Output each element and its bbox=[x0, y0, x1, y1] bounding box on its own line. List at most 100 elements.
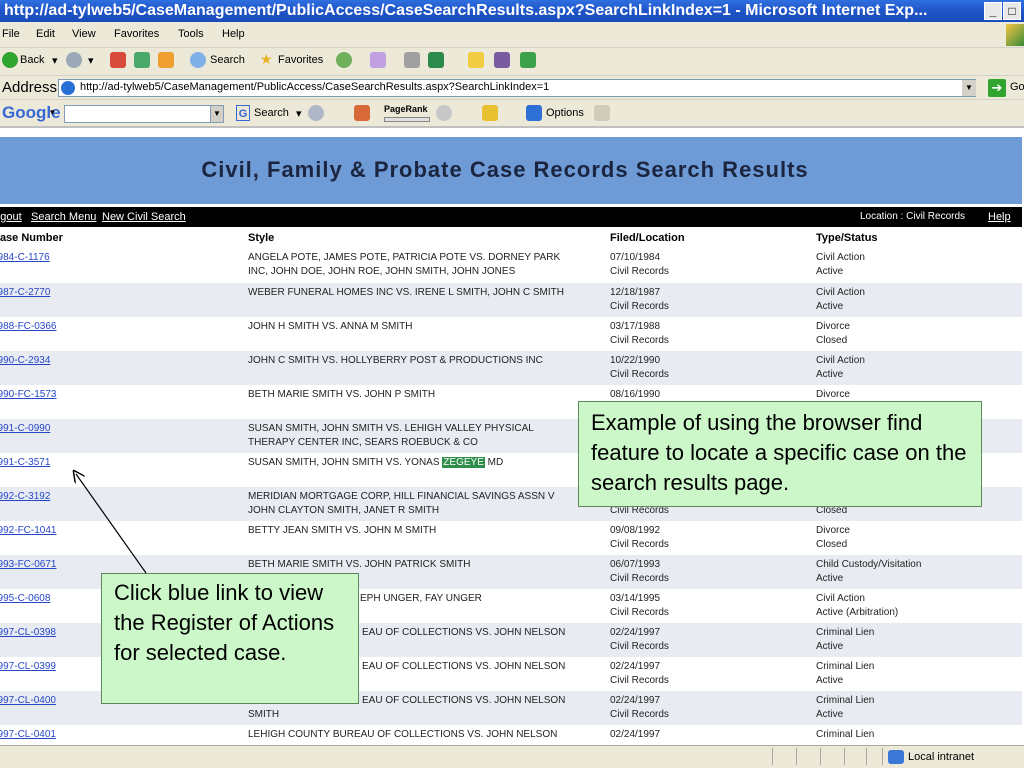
home-icon[interactable] bbox=[158, 52, 174, 68]
case-number-link[interactable]: 1990-C-2934 bbox=[0, 354, 50, 368]
case-number-link[interactable]: 1988-FC-0366 bbox=[0, 320, 56, 334]
google-search-dropdown-icon[interactable]: ▼ bbox=[210, 105, 224, 123]
favorites-button[interactable]: Favorites bbox=[278, 54, 323, 66]
menu-help[interactable]: Help bbox=[222, 28, 245, 40]
table-row: 1987-C-2770 WEBER FUNERAL HOMES INC VS. … bbox=[0, 283, 1022, 317]
filed-date: 07/10/1984 bbox=[610, 252, 661, 263]
case-number-link[interactable]: 1997-CL-0398 bbox=[0, 626, 56, 640]
find-feature-callout: Example of using the browser find featur… bbox=[578, 401, 982, 507]
mail-icon[interactable] bbox=[370, 52, 386, 68]
page-title: Civil, Family & Probate Case Records Sea… bbox=[201, 157, 809, 182]
case-style-continued: THERAPY CENTER INC, SEARS ROEBUCK & CO bbox=[248, 437, 478, 448]
case-number-link[interactable]: 1995-C-0608 bbox=[0, 592, 50, 606]
column-header-type[interactable]: Type/Status bbox=[816, 232, 878, 244]
case-type: Criminal Lien bbox=[816, 661, 875, 672]
back-button[interactable]: Back bbox=[20, 54, 44, 66]
security-zone-label: Local intranet bbox=[908, 751, 975, 763]
case-status: Active bbox=[816, 573, 844, 584]
case-style: ANGELA POTE, JAMES POTE, PATRICIA POTE V… bbox=[248, 252, 561, 263]
case-number-link[interactable]: 1997-CL-0400 bbox=[0, 694, 56, 708]
status-divider bbox=[772, 748, 773, 765]
stop-icon[interactable] bbox=[110, 52, 126, 68]
google-search-dropdown-arrow-icon[interactable]: ▾ bbox=[296, 107, 302, 120]
forward-arrow-icon[interactable] bbox=[66, 52, 82, 68]
address-url[interactable]: http://ad-tylweb5/CaseManagement/PublicA… bbox=[80, 81, 549, 93]
menu-view[interactable]: View bbox=[72, 28, 96, 40]
pagerank-label[interactable]: PageRank bbox=[384, 104, 428, 114]
page-icon bbox=[61, 81, 75, 95]
case-number-link[interactable]: 1991-C-3571 bbox=[0, 456, 50, 470]
google-search-input[interactable] bbox=[64, 105, 214, 123]
media-icon[interactable] bbox=[336, 52, 352, 68]
search-icon[interactable] bbox=[190, 52, 206, 68]
address-dropdown-icon[interactable]: ▼ bbox=[962, 80, 976, 96]
case-status: Closed bbox=[816, 539, 848, 550]
case-style-continued: SMITH bbox=[248, 709, 280, 720]
messenger-icon[interactable] bbox=[494, 52, 510, 68]
go-button[interactable]: Go bbox=[1010, 81, 1024, 93]
case-number-link[interactable]: 1997-CL-0399 bbox=[0, 660, 56, 674]
filed-location: Civil Records bbox=[610, 335, 669, 346]
go-arrow-icon[interactable]: ➔ bbox=[988, 79, 1006, 97]
favorites-star-icon[interactable]: ★ bbox=[260, 51, 273, 68]
print-icon[interactable] bbox=[404, 52, 420, 68]
back-dropdown-icon[interactable]: ▾ bbox=[52, 54, 58, 67]
column-header-filed[interactable]: Filed/Location bbox=[610, 232, 685, 244]
case-number-link[interactable]: 1993-FC-0671 bbox=[0, 558, 56, 572]
highlight-pen-icon[interactable] bbox=[594, 105, 610, 121]
new-civil-search-link[interactable]: New Civil Search bbox=[102, 211, 186, 223]
case-style-prefix: SUSAN SMITH, JOHN SMITH VS. YONAS bbox=[248, 457, 440, 468]
filed-date: 02/24/1997 bbox=[610, 695, 661, 706]
popup-blocker-icon[interactable] bbox=[354, 105, 370, 121]
status-divider bbox=[844, 748, 845, 765]
info-icon[interactable] bbox=[436, 105, 452, 121]
site-search-icon[interactable] bbox=[308, 105, 324, 121]
status-divider bbox=[882, 748, 883, 765]
search-button[interactable]: Search bbox=[210, 54, 245, 66]
options-checkbox-icon[interactable] bbox=[526, 105, 542, 121]
refresh-icon[interactable] bbox=[134, 52, 150, 68]
help-link[interactable]: Help bbox=[988, 211, 1011, 223]
logout-link[interactable]: Logout bbox=[0, 211, 22, 223]
folder-icon[interactable] bbox=[468, 52, 484, 68]
case-type: Civil Action bbox=[816, 593, 865, 604]
filed-date: 10/22/1990 bbox=[610, 355, 661, 366]
table-row: 1990-C-2934 JOHN C SMITH VS. HOLLYBERRY … bbox=[0, 351, 1022, 385]
filed-date: 06/07/1993 bbox=[610, 559, 661, 570]
case-number-link[interactable]: 1997-CL-0401 bbox=[0, 728, 56, 742]
address-label: Address bbox=[2, 79, 58, 96]
case-status: Active (Arbitration) bbox=[816, 607, 899, 618]
back-arrow-icon[interactable] bbox=[2, 52, 18, 68]
case-number-link[interactable]: 1987-C-2770 bbox=[0, 286, 50, 300]
case-style: WEBER FUNERAL HOMES INC VS. IRENE L SMIT… bbox=[248, 287, 564, 298]
case-number-link[interactable]: 1992-C-3192 bbox=[0, 490, 50, 504]
case-number-link[interactable]: 1984-C-1176 bbox=[0, 251, 50, 265]
up-icon[interactable] bbox=[482, 105, 498, 121]
status-divider bbox=[866, 748, 867, 765]
case-style-continued: JOHN CLAYTON SMITH, JANET R SMITH bbox=[248, 505, 440, 516]
menu-edit[interactable]: Edit bbox=[36, 28, 55, 40]
case-number-link[interactable]: 1991-C-0990 bbox=[0, 422, 50, 436]
menu-favorites[interactable]: Favorites bbox=[114, 28, 159, 40]
menu-tools[interactable]: Tools bbox=[178, 28, 204, 40]
minimize-button[interactable]: _ bbox=[984, 2, 1002, 20]
status-divider bbox=[820, 748, 821, 765]
case-type: Criminal Lien bbox=[816, 695, 875, 706]
maximize-button[interactable]: □ bbox=[1003, 2, 1021, 20]
google-search-button[interactable]: Search bbox=[254, 107, 289, 119]
google-options-button[interactable]: Options bbox=[546, 107, 584, 119]
filed-location: Civil Records bbox=[610, 709, 669, 720]
search-menu-link[interactable]: Search Menu bbox=[31, 211, 96, 223]
case-number-link[interactable]: 1992-FC-1041 bbox=[0, 524, 56, 538]
google-g-icon[interactable]: G bbox=[236, 105, 250, 121]
edit-icon[interactable] bbox=[428, 52, 444, 68]
column-header-case-number[interactable]: Case Number bbox=[0, 232, 63, 244]
case-number-link[interactable]: 1990-FC-1573 bbox=[0, 388, 56, 402]
case-type: Child Custody/Visitation bbox=[816, 559, 922, 570]
case-type: Civil Action bbox=[816, 355, 865, 366]
google-logo-dropdown-icon[interactable]: ▾ bbox=[50, 107, 55, 118]
research-icon[interactable] bbox=[520, 52, 536, 68]
forward-dropdown-icon[interactable]: ▾ bbox=[88, 54, 94, 67]
menu-file[interactable]: File bbox=[2, 28, 20, 40]
column-header-style[interactable]: Style bbox=[248, 232, 274, 244]
